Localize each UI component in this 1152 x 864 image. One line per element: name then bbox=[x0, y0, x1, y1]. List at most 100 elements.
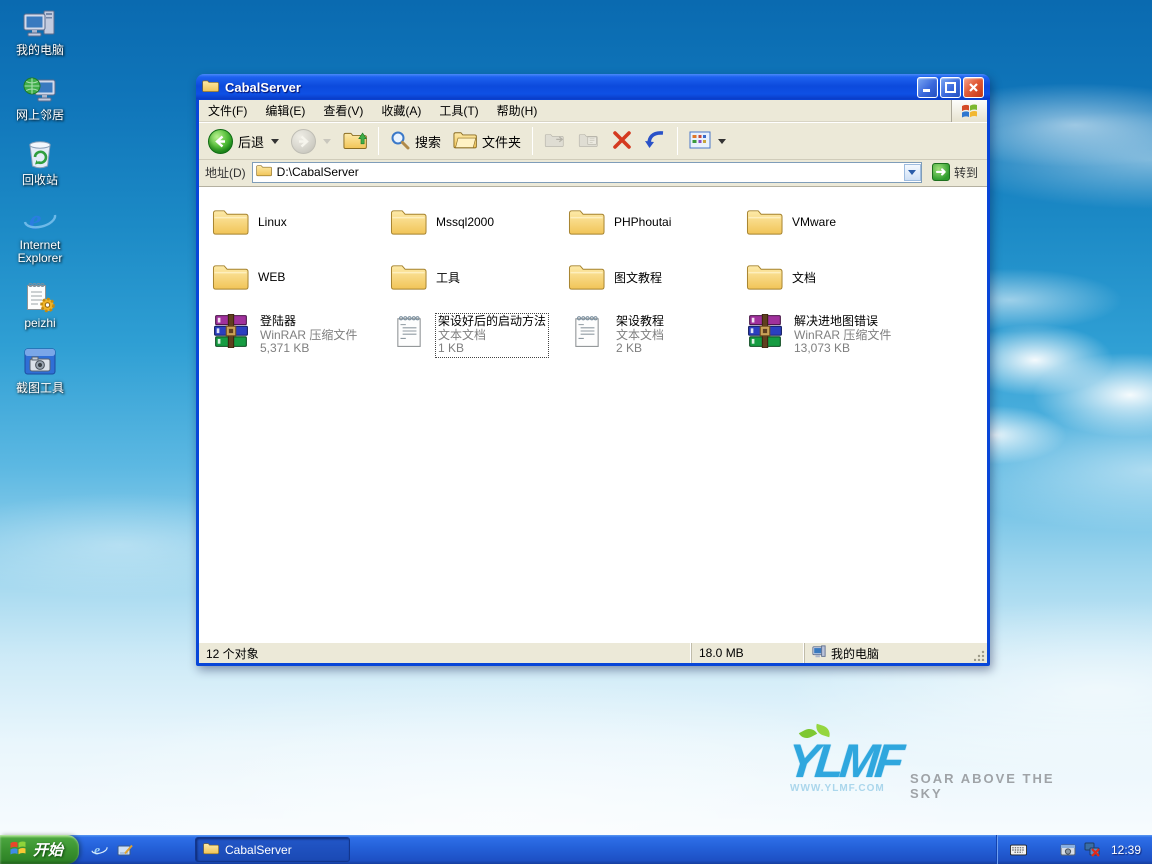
forward-dropdown-icon bbox=[323, 139, 331, 144]
taskbar-button-cabalserver[interactable]: CabalServer bbox=[195, 837, 350, 862]
up-button[interactable] bbox=[338, 127, 372, 156]
screenshot-tool-icon bbox=[23, 343, 57, 379]
folder-icon bbox=[212, 207, 249, 237]
menu-tools[interactable]: 工具(T) bbox=[430, 99, 487, 122]
folder-item[interactable]: Linux bbox=[212, 198, 390, 246]
svg-text:e: e bbox=[29, 205, 41, 236]
desktop-icon-peizhi[interactable]: peizhi bbox=[1, 278, 79, 330]
window-title: CabalServer bbox=[225, 80, 301, 95]
status-zone-label: 我的电脑 bbox=[831, 645, 879, 662]
task-label: CabalServer bbox=[225, 843, 292, 857]
show-desktop-icon[interactable] bbox=[116, 841, 133, 858]
views-icon bbox=[689, 131, 711, 152]
file-type: WinRAR 压缩文件 bbox=[260, 329, 357, 343]
status-bar: 12 个对象 18.0 MB 我的电脑 bbox=[199, 642, 987, 663]
folder-icon bbox=[746, 262, 783, 292]
text-document-icon bbox=[568, 314, 605, 348]
desktop-icon-label: 回收站 bbox=[22, 174, 58, 187]
svg-text:e: e bbox=[94, 843, 100, 858]
folders-icon bbox=[453, 130, 477, 153]
file-item[interactable]: 架设教程 文本文档 2 KB bbox=[568, 308, 746, 357]
back-icon bbox=[208, 129, 233, 154]
move-to-icon bbox=[544, 130, 566, 153]
file-item[interactable]: 解决进地图错误 WinRAR 压缩文件 13,073 KB bbox=[746, 308, 924, 357]
folder-item[interactable]: 图文教程 bbox=[568, 253, 746, 301]
back-button[interactable]: 后退 bbox=[203, 127, 284, 156]
folders-label: 文件夹 bbox=[482, 132, 521, 151]
desktop-icon-internet-explorer[interactable]: e Internet Explorer bbox=[1, 200, 79, 265]
folders-button[interactable]: 文件夹 bbox=[448, 128, 526, 155]
file-item[interactable]: 登陆器 WinRAR 压缩文件 5,371 KB bbox=[212, 308, 390, 357]
toolbar-separator bbox=[677, 127, 678, 155]
views-dropdown-icon[interactable] bbox=[718, 139, 726, 144]
folder-item[interactable]: Mssql2000 bbox=[390, 198, 568, 246]
file-type: 文本文档 bbox=[616, 329, 664, 343]
menu-favorites[interactable]: 收藏(A) bbox=[372, 99, 430, 122]
desktop-icon-recycle-bin[interactable]: 回收站 bbox=[1, 135, 79, 187]
title-bar[interactable]: CabalServer bbox=[199, 74, 987, 100]
my-computer-icon bbox=[23, 5, 57, 41]
menu-bar: 文件(F) 编辑(E) 查看(V) 收藏(A) 工具(T) 帮助(H) bbox=[199, 100, 987, 122]
folder-up-icon bbox=[343, 129, 367, 154]
desktop: 我的电脑 网上邻居 回收站 e Internet Explorer peizhi bbox=[0, 0, 1152, 864]
input-method-keyboard-icon[interactable] bbox=[1010, 841, 1027, 858]
back-dropdown-icon[interactable] bbox=[271, 139, 279, 144]
move-to-button[interactable] bbox=[539, 128, 571, 155]
folder-name: PHPhoutai bbox=[614, 215, 671, 229]
file-list-area[interactable]: Linux Mssql2000 PHPhoutai VMware WEB 工具 … bbox=[199, 186, 987, 642]
winrar-archive-icon bbox=[212, 314, 249, 348]
desktop-icon-screenshot-tool[interactable]: 截图工具 bbox=[1, 343, 79, 395]
address-input[interactable]: D:\CabalServer bbox=[252, 162, 922, 183]
taskbar: 开始 e CabalServer 12:3 bbox=[0, 835, 1152, 864]
file-type: 文本文档 bbox=[438, 329, 546, 343]
views-button[interactable] bbox=[684, 129, 731, 154]
quick-launch-ie-icon[interactable]: e bbox=[91, 841, 108, 858]
file-name: 架设好后的启动方法 bbox=[438, 315, 546, 329]
folder-name: 图文教程 bbox=[614, 269, 662, 286]
desktop-icon-my-computer[interactable]: 我的电脑 bbox=[1, 5, 79, 57]
undo-button[interactable] bbox=[639, 128, 671, 155]
folder-name: Mssql2000 bbox=[436, 215, 494, 229]
folder-item[interactable]: PHPhoutai bbox=[568, 198, 746, 246]
window-folder-icon bbox=[202, 79, 219, 96]
go-label: 转到 bbox=[954, 164, 978, 181]
search-button[interactable]: 搜索 bbox=[385, 128, 446, 155]
address-bar: 地址(D) D:\CabalServer ➜ 转到 bbox=[199, 160, 987, 186]
task-folder-icon bbox=[203, 842, 219, 858]
resize-grip[interactable] bbox=[972, 643, 987, 663]
back-label: 后退 bbox=[238, 132, 264, 151]
address-dropdown-button[interactable] bbox=[904, 164, 921, 181]
desktop-icon-network-places[interactable]: 网上邻居 bbox=[1, 70, 79, 122]
folder-item[interactable]: WEB bbox=[212, 253, 390, 301]
folder-item[interactable]: 文档 bbox=[746, 253, 924, 301]
minimize-button[interactable] bbox=[917, 77, 938, 98]
system-tray: 12:39 bbox=[996, 835, 1152, 864]
file-name: 解决进地图错误 bbox=[794, 315, 891, 329]
menu-file[interactable]: 文件(F) bbox=[199, 99, 256, 122]
forward-button[interactable] bbox=[286, 127, 336, 156]
desktop-icon-label: peizhi bbox=[24, 317, 55, 330]
folder-item[interactable]: VMware bbox=[746, 198, 924, 246]
folder-item[interactable]: 工具 bbox=[390, 253, 568, 301]
file-name: 架设教程 bbox=[616, 315, 664, 329]
start-button[interactable]: 开始 bbox=[0, 835, 79, 864]
menu-edit[interactable]: 编辑(E) bbox=[256, 99, 314, 122]
file-item[interactable]: 架设好后的启动方法 文本文档 1 KB bbox=[390, 308, 568, 357]
winrar-archive-icon bbox=[746, 314, 783, 348]
tray-network-disconnected-icon[interactable] bbox=[1084, 841, 1101, 858]
my-computer-small-icon bbox=[812, 645, 826, 662]
file-size: 1 KB bbox=[438, 342, 546, 356]
text-document-icon bbox=[390, 314, 427, 348]
go-button[interactable]: ➜ 转到 bbox=[928, 162, 982, 182]
folder-name: Linux bbox=[258, 215, 287, 229]
delete-button[interactable] bbox=[607, 128, 637, 155]
tray-screenshot-icon[interactable] bbox=[1060, 841, 1077, 858]
start-label: 开始 bbox=[33, 839, 63, 860]
explorer-window: CabalServer 文件(F) 编辑(E) 查看(V) 收藏(A) 工具(T… bbox=[196, 74, 990, 666]
copy-to-button[interactable] bbox=[573, 128, 605, 155]
maximize-button[interactable] bbox=[940, 77, 961, 98]
menu-help[interactable]: 帮助(H) bbox=[488, 99, 547, 122]
menu-view[interactable]: 查看(V) bbox=[314, 99, 372, 122]
close-button[interactable] bbox=[963, 77, 984, 98]
file-label-block: 架设好后的启动方法 文本文档 1 KB bbox=[436, 314, 548, 357]
